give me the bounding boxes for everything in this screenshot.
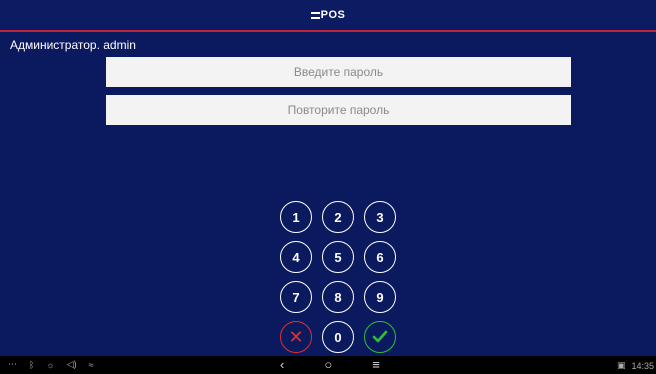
app-header: POS xyxy=(0,0,656,30)
key-2[interactable]: 2 xyxy=(322,201,354,233)
password-input[interactable] xyxy=(106,57,571,87)
home-icon[interactable]: ○ xyxy=(324,357,332,373)
logo-text: POS xyxy=(320,9,346,21)
key-3[interactable]: 3 xyxy=(364,201,396,233)
key-1[interactable]: 1 xyxy=(280,201,312,233)
header-divider xyxy=(0,30,656,32)
numeric-keypad: 1 2 3 4 5 6 7 8 9 ✕ 0 xyxy=(280,201,397,353)
key-9[interactable]: 9 xyxy=(364,281,396,313)
confirm-button[interactable] xyxy=(364,321,396,353)
app-logo: POS xyxy=(310,9,346,21)
key-5[interactable]: 5 xyxy=(322,241,354,273)
cancel-icon: ✕ xyxy=(288,326,304,347)
brightness-icon[interactable]: ☼ xyxy=(46,360,54,370)
repeat-password-input[interactable] xyxy=(106,95,571,125)
menu-icon[interactable]: ≡ xyxy=(372,357,380,373)
key-8[interactable]: 8 xyxy=(322,281,354,313)
volume-icon[interactable]: ◁) xyxy=(67,359,77,370)
checkmark-icon xyxy=(372,330,388,343)
system-navigation-bar: ⋯ ᛒ ☼ ◁) ≈ ‹ ○ ≡ ▣ 14:35 xyxy=(0,356,656,374)
key-4[interactable]: 4 xyxy=(280,241,312,273)
bluetooth-icon[interactable]: ᛒ xyxy=(29,360,34,370)
user-label: Администратор. admin xyxy=(10,38,136,52)
key-0[interactable]: 0 xyxy=(322,321,354,353)
back-icon[interactable]: ‹ xyxy=(280,357,284,373)
key-7[interactable]: 7 xyxy=(280,281,312,313)
wifi-icon[interactable]: ≈ xyxy=(89,360,94,370)
screenshot-icon[interactable]: ▣ xyxy=(617,360,626,371)
more-icon[interactable]: ⋯ xyxy=(8,359,17,370)
logo-mark-icon xyxy=(310,11,320,19)
cancel-button[interactable]: ✕ xyxy=(280,321,312,353)
clock: 14:35 xyxy=(631,360,654,371)
key-6[interactable]: 6 xyxy=(364,241,396,273)
